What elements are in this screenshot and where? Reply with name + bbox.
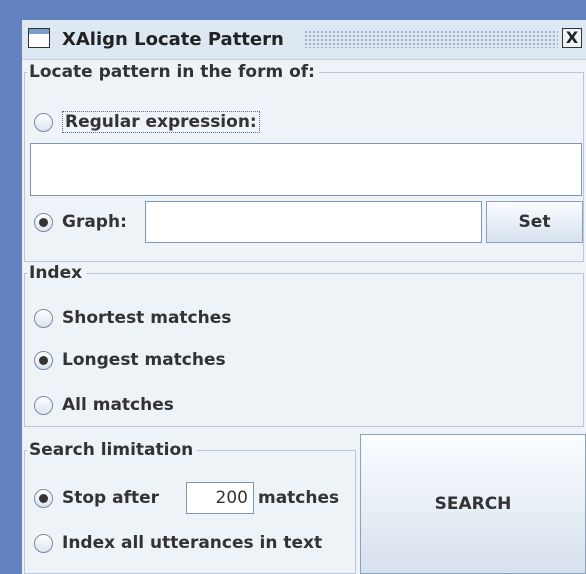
window-title: XAlign Locate Pattern <box>62 29 284 50</box>
graph-radio-icon <box>34 212 53 232</box>
limitation-group-legend: Search limitation <box>27 440 198 460</box>
search-button[interactable]: SEARCH <box>360 434 586 574</box>
close-button[interactable]: X <box>562 28 582 48</box>
longest-matches-label: Longest matches <box>62 350 226 370</box>
regex-radio[interactable]: Regular expression: <box>34 111 260 133</box>
all-matches-radio[interactable]: All matches <box>34 395 174 415</box>
stop-after-radio-icon <box>34 488 53 508</box>
stop-after-label: Stop after <box>62 488 160 508</box>
close-icon: X <box>565 28 579 47</box>
window-icon <box>28 28 50 48</box>
set-button[interactable]: Set <box>486 201 583 243</box>
index-group-legend: Index <box>27 263 87 283</box>
shortest-matches-radio-icon <box>34 308 53 328</box>
stop-after-radio[interactable]: Stop after <box>34 488 159 508</box>
graph-radio-label: Graph: <box>62 212 127 232</box>
search-button-label: SEARCH <box>434 494 512 514</box>
pattern-group-legend: Locate pattern in the form of: <box>27 62 319 82</box>
regex-input[interactable] <box>30 143 582 196</box>
graph-radio[interactable]: Graph: <box>34 212 127 232</box>
shortest-matches-label: Shortest matches <box>62 308 232 328</box>
title-bar[interactable]: XAlign Locate Pattern X <box>22 20 586 60</box>
title-bar-grip <box>304 30 558 48</box>
set-button-label: Set <box>518 212 551 232</box>
shortest-matches-radio[interactable]: Shortest matches <box>34 308 231 328</box>
all-matches-label: All matches <box>62 395 174 415</box>
regex-radio-label: Regular expression: <box>62 111 260 133</box>
index-all-utterances-radio[interactable]: Index all utterances in text <box>34 533 322 553</box>
all-matches-radio-icon <box>34 395 53 415</box>
longest-matches-radio-icon <box>34 350 53 370</box>
graph-input[interactable] <box>145 201 482 243</box>
matches-label: matches <box>258 488 340 508</box>
max-matches-input[interactable]: 200 <box>186 482 254 514</box>
longest-matches-radio[interactable]: Longest matches <box>34 350 226 370</box>
locate-pattern-window: XAlign Locate Pattern X Locate pattern i… <box>22 20 586 574</box>
regex-radio-icon <box>34 112 53 132</box>
index-all-utterances-label: Index all utterances in text <box>62 533 323 553</box>
index-all-utterances-radio-icon <box>34 533 53 553</box>
